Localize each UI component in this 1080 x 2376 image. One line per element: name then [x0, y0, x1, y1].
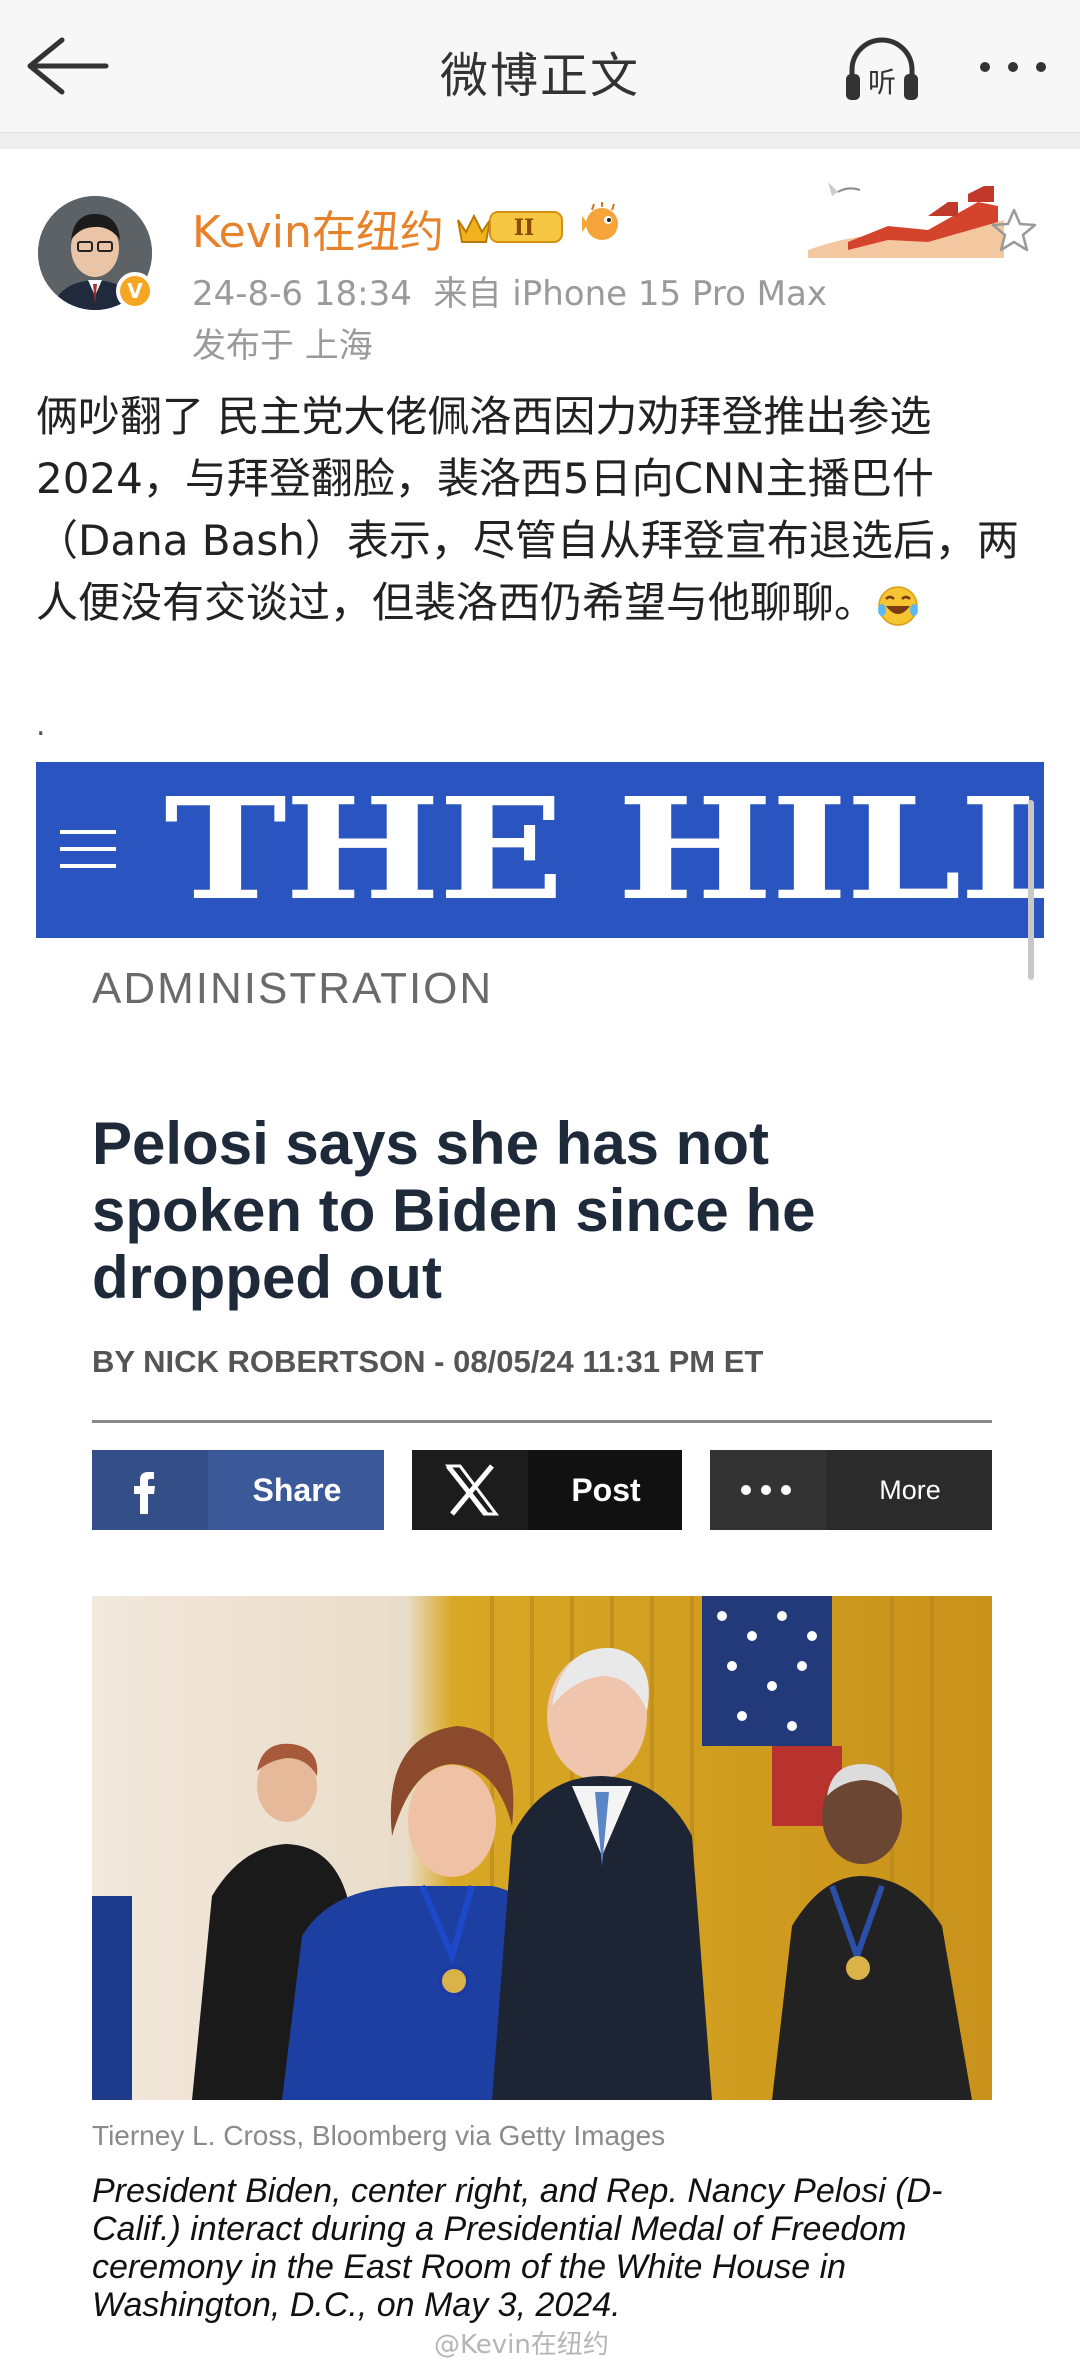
article-headline: Pelosi says she has not spoken to Biden …: [92, 1110, 816, 1311]
more-share-button: More: [710, 1450, 992, 1530]
crown-level-badge-icon[interactable]: II: [454, 204, 568, 246]
post-separator: .: [36, 708, 46, 743]
the-hill-header: THE HILL: [36, 762, 1076, 938]
post-body: 俩吵翻了 民主党大佬佩洛西因力劝拜登推出参选2024，与拜登翻脸，裴洛西5日向C…: [36, 386, 1046, 634]
laughing-tears-emoji-icon: [878, 585, 919, 626]
listen-headphones-icon[interactable]: 听: [842, 34, 922, 104]
photo-credit: Tierney L. Cross, Bloomberg via Getty Im…: [92, 2120, 666, 2151]
username-link[interactable]: Kevin在纽约: [192, 196, 444, 260]
facebook-icon: [92, 1450, 208, 1530]
article-divider: [92, 1420, 992, 1423]
great-wall-decoration-icon: [808, 182, 1004, 258]
facebook-share-button: Share: [92, 1450, 384, 1530]
pufferfish-fan-badge-icon[interactable]: [578, 202, 624, 244]
crown-level-text: II: [514, 215, 535, 241]
post-meta: 24-8-6 18:34 来自 iPhone 15 Pro Max: [192, 266, 827, 315]
top-navigation-bar: 微博正文 听: [0, 0, 1080, 133]
article-byline: BY NICK ROBERTSON - 08/05/24 11:31 PM ET: [92, 1344, 764, 1379]
post-source: 来自 iPhone 15 Pro Max: [433, 274, 827, 314]
facebook-share-label: Share: [252, 1472, 342, 1508]
ceremony-photo-illustration: [92, 1596, 992, 2100]
more-share-label: More: [879, 1475, 941, 1505]
x-post-button: Post: [412, 1450, 682, 1530]
x-logo-icon: [412, 1450, 528, 1530]
post-text: 俩吵翻了 民主党大佬佩洛西因力劝拜登推出参选2024，与拜登翻脸，裴洛西5日向C…: [36, 392, 1019, 627]
verified-badge-icon: V: [116, 272, 154, 310]
section-divider: [0, 133, 1080, 149]
scrollbar-thumb: [1028, 800, 1034, 980]
photo-caption: President Biden, center right, and Rep. …: [92, 2172, 943, 2324]
article-photo: [92, 1596, 992, 2100]
favorite-star-icon[interactable]: [990, 206, 1038, 254]
the-hill-logo: THE HILL: [164, 768, 1076, 932]
post-timestamp: 24-8-6 18:34: [192, 274, 412, 314]
more-options-icon[interactable]: [978, 60, 1048, 74]
weibo-watermark: @Kevin在纽约: [434, 2330, 609, 2360]
article-section-label: ADMINISTRATION: [92, 964, 494, 1013]
x-post-label: Post: [571, 1472, 641, 1508]
post-location: 发布于 上海: [192, 326, 373, 366]
listen-label: 听: [868, 66, 896, 99]
ellipsis-icon: [710, 1450, 826, 1530]
hamburger-menu-icon[interactable]: [60, 830, 116, 870]
